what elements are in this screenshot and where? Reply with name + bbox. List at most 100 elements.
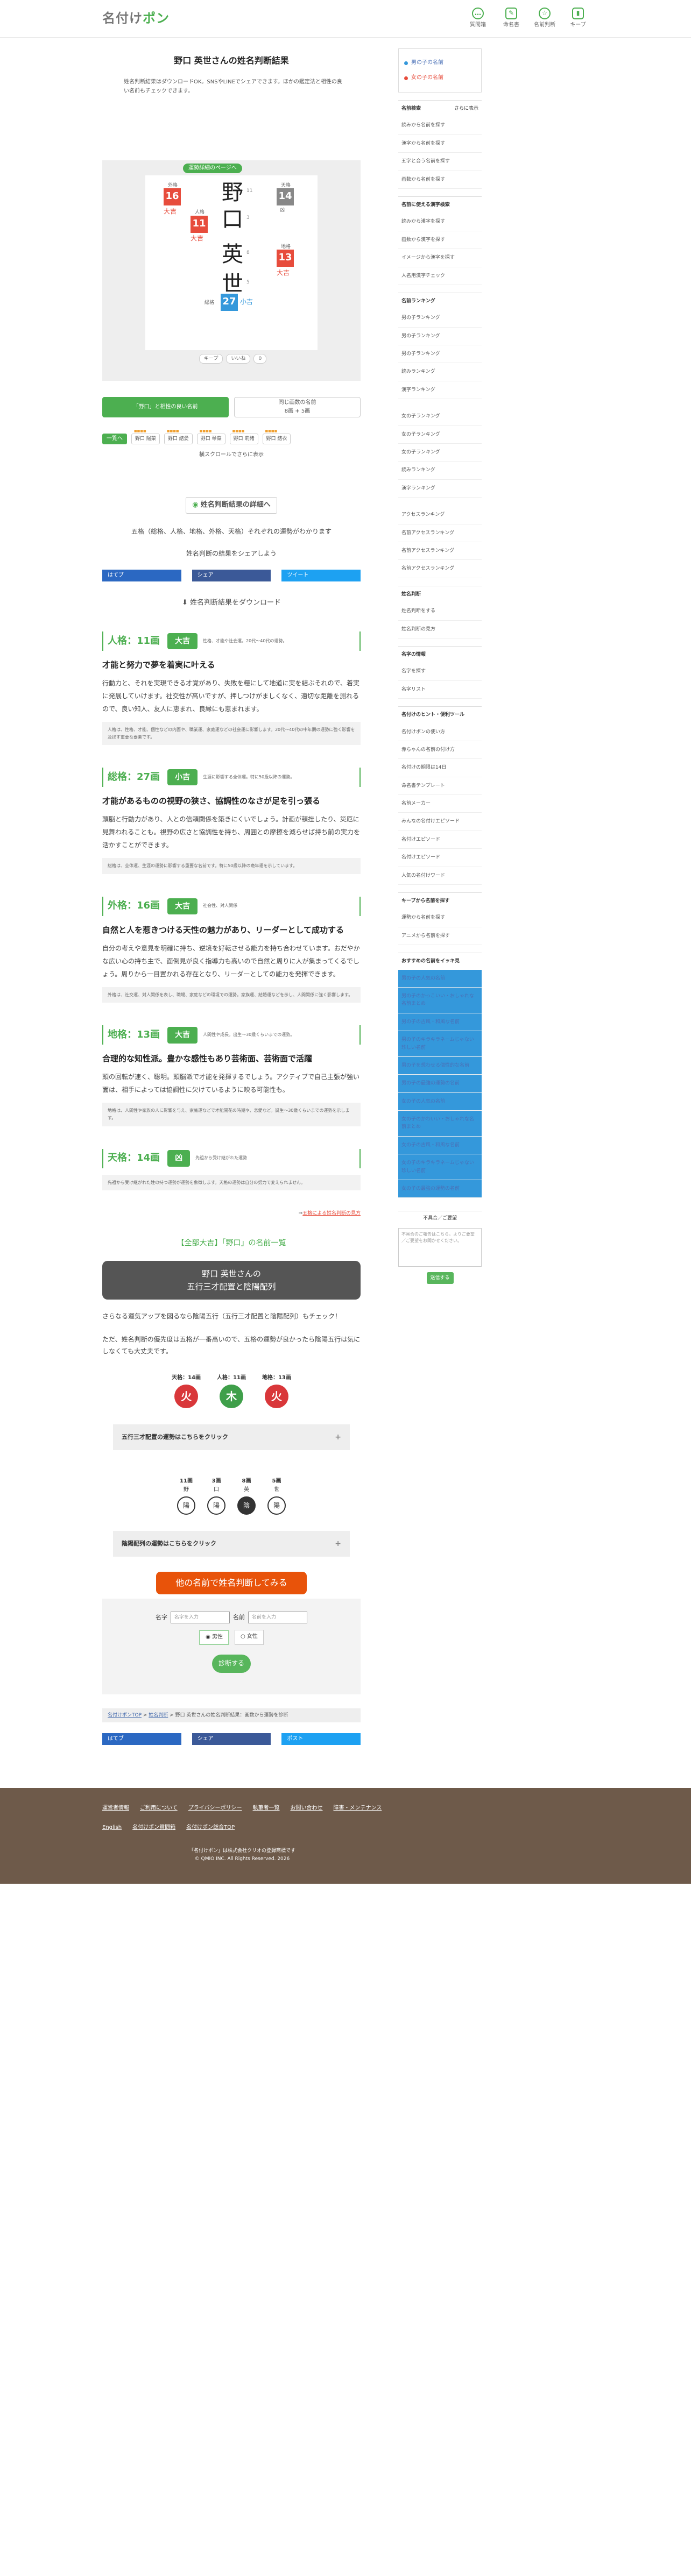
sidebar-link[interactable]: 読みランキング [398, 363, 482, 381]
female-radio[interactable]: ○ 女性 [235, 1629, 264, 1645]
detail-button[interactable]: ◉ 姓名判断結果の詳細へ [186, 496, 277, 514]
sidebar-link[interactable]: 名付けエピソード [398, 849, 482, 867]
footer-link[interactable]: English [102, 1823, 122, 1832]
nav-qa[interactable]: … 質問箱 [467, 8, 489, 30]
hatena-share-button[interactable]: はてブ [102, 1733, 181, 1745]
sidebar-link[interactable]: 名前アクセスランキング [398, 560, 482, 578]
sidebar-link[interactable]: 女の子の最強の運勢の名前 [398, 1180, 482, 1198]
sidebar-link[interactable]: 名字リスト [398, 681, 482, 699]
sidebar-link[interactable]: 姓名判断をする [398, 602, 482, 621]
sidebar-link[interactable]: 男の子ランキング [398, 345, 482, 364]
fortune-more-link[interactable]: ⇒五格による姓名判断の見方 [102, 1210, 361, 1217]
keep-button[interactable]: キープ [199, 353, 223, 364]
sidebar-link[interactable]: 男の子の古風・和風な名前 [398, 1013, 482, 1032]
crumb-top[interactable]: 名付けポンTOP [108, 1713, 142, 1718]
sidebar-female-link[interactable]: 女の子の名前 [404, 70, 476, 86]
sidebar-link[interactable]: 名付けエピソード [398, 831, 482, 849]
sidebar-link[interactable]: イメージから漢字を探す [398, 249, 482, 267]
facebook-share-button[interactable]: シェア [192, 1733, 271, 1745]
like-button[interactable]: いいね [226, 353, 251, 364]
sidebar-link[interactable]: 名付けポンの使い方 [398, 723, 482, 741]
board-buttons: キープ いいね 0 [199, 353, 267, 364]
nav-keep[interactable]: ▮ キープ [567, 8, 589, 30]
sidebar-link[interactable]: 女の子のかわいい・おしゃれな名前まとめ [398, 1111, 482, 1137]
submit-button[interactable]: 診断する [212, 1654, 251, 1673]
sidebar-link[interactable]: 女の子の古風・和風な名前 [398, 1136, 482, 1155]
sidebar-link[interactable]: 漢字ランキング [398, 381, 482, 400]
sidebar-link[interactable]: 名字を探す [398, 663, 482, 681]
sansai-accordion[interactable]: 五行三才配置の運勢はこちらをクリック + [113, 1424, 350, 1451]
chip-name[interactable]: 野口 琴菜 [196, 428, 225, 444]
sidebar-link[interactable]: 女の子のキラキラネームじゃない珍しい名前 [398, 1154, 482, 1181]
chip-name[interactable]: 野口 陽菜 [131, 428, 160, 444]
sidebar-link[interactable]: 読みから漢字を探す [398, 213, 482, 231]
footer-link[interactable]: お問い合わせ [291, 1804, 323, 1813]
nav-meimeisho[interactable]: ✎ 命名書 [500, 8, 522, 30]
chip-name[interactable]: 野口 結愛 [164, 428, 193, 444]
sidebar-link[interactable]: 漢字から名前を探す [398, 135, 482, 153]
crumb-seimei[interactable]: 姓名判断 [149, 1713, 168, 1718]
sei-input[interactable]: 名字を入力 [171, 1611, 230, 1623]
sidebar-link[interactable]: 命名書テンプレート [398, 777, 482, 796]
sidebar-link[interactable]: 男の子の人気の名前 [398, 969, 482, 988]
inyo-item: 8画英陰 [237, 1477, 256, 1515]
hatena-share-button[interactable]: はてブ [102, 570, 181, 582]
tab-same-strokes[interactable]: 同じ画数の名前 8画 + 5画 [234, 396, 361, 417]
chip-name[interactable]: 野口 結衣 [262, 428, 291, 444]
chip-name[interactable]: 野口 莉緒 [229, 428, 258, 444]
sidebar-link[interactable]: 五字と合う名前を探す [398, 153, 482, 171]
site-logo[interactable]: 名付けポン [102, 8, 170, 29]
sidebar-link[interactable]: アクセスランキング [398, 506, 482, 524]
sidebar-link[interactable]: 漢字ランキング [398, 480, 482, 498]
sidebar-link[interactable]: 男の子の最強の運勢の名前 [398, 1075, 482, 1093]
sidebar-link[interactable]: 名前アクセスランキング [398, 524, 482, 542]
sidebar-link[interactable]: 男の子ランキング [398, 309, 482, 328]
all-daikichi-link[interactable]: 【全部大吉】「野口」の名前一覧 [102, 1237, 361, 1249]
footer-link[interactable]: プライバシーポリシー [188, 1804, 242, 1813]
mei-input[interactable]: 名前を入力 [248, 1611, 307, 1623]
tab-compatible[interactable]: 「野口」と相性の良い名前 [102, 396, 229, 417]
sidebar-link[interactable]: 読みから名前を探す [398, 117, 482, 135]
feedback-textarea[interactable]: 不具合のご報告はこちら。よりご要望／ご要望をお聞かせください。 [398, 1227, 482, 1267]
inyo-accordion[interactable]: 陰陽配列の運勢はこちらをクリック + [113, 1531, 350, 1557]
sidebar-link[interactable]: 女の子ランキング [398, 408, 482, 426]
footer-link[interactable]: 障害・メンテナンス [334, 1804, 382, 1813]
footer-link[interactable]: 名付けポン総合TOP [186, 1823, 235, 1832]
sidebar-link[interactable]: 読みランキング [398, 462, 482, 480]
nav-seimei[interactable]: ☆ 名前判断 [534, 8, 555, 30]
sidebar-link[interactable]: 姓名判断の見方 [398, 621, 482, 638]
facebook-share-button[interactable]: シェア [192, 570, 271, 582]
sidebar-link[interactable]: 名前メーカー [398, 795, 482, 813]
fortune-note: 外格は、社交運、対人関係を表し、職場、家庭などの環境での運勢。家族運、結婚運など… [102, 987, 361, 1003]
sidebar-link[interactable]: 人名用漢字チェック [398, 267, 482, 285]
sidebar-link[interactable]: 名付けの期限は14日 [398, 759, 482, 777]
sidebar-link[interactable]: 赤ちゃんの名前の付け方 [398, 741, 482, 760]
footer-link[interactable]: 運営者情報 [102, 1804, 129, 1813]
footer-link[interactable]: 名付けポン質問箱 [132, 1823, 175, 1832]
footer-link[interactable]: 執筆者一覧 [253, 1804, 280, 1813]
sidebar-link[interactable]: みんなの名付けエピソード [398, 813, 482, 831]
twitter-share-button[interactable]: ツイート [281, 570, 361, 582]
sidebar-link[interactable]: 男の子のキラキラネームじゃない珍しい名前 [398, 1031, 482, 1057]
footer-link[interactable]: ご利用について [140, 1804, 178, 1813]
sidebar-link[interactable]: アニメから名前を探す [398, 927, 482, 946]
x-post-button[interactable]: ポスト [281, 1733, 361, 1745]
sidebar-link[interactable]: 名前アクセスランキング [398, 542, 482, 560]
sidebar-link[interactable]: 女の子ランキング [398, 426, 482, 444]
chip-all-button[interactable]: 一覧へ [102, 433, 127, 444]
sidebar-link[interactable]: 画数から漢字を探す [398, 231, 482, 250]
male-radio[interactable]: ◉ 男性 [199, 1629, 229, 1645]
star-icon: ☆ [539, 8, 551, 19]
sidebar-link[interactable]: 女の子の人気の名前 [398, 1092, 482, 1111]
sidebar-link[interactable]: 画数から名前を探す [398, 171, 482, 189]
feedback-send-button[interactable]: 送信する [426, 1272, 454, 1285]
sidebar-link[interactable]: 女の子ランキング [398, 444, 482, 462]
sidebar-male-link[interactable]: 男の子の名前 [404, 55, 476, 70]
sidebar-link[interactable]: 男の子ランキング [398, 328, 482, 346]
sidebar-link[interactable]: 男の子を想わせる個性的な名前 [398, 1056, 482, 1075]
board-detail-tag[interactable]: 運勢詳細のページへ [183, 163, 242, 173]
sidebar-link[interactable]: 男の子のかっこいい・おしゃれな名前まとめ [398, 987, 482, 1013]
download-link[interactable]: ⬇ 姓名判断結果をダウンロード [102, 598, 361, 609]
sidebar-link[interactable]: 人気の名付けワード [398, 867, 482, 885]
sidebar-link[interactable]: 運勢から名前を探す [398, 909, 482, 927]
